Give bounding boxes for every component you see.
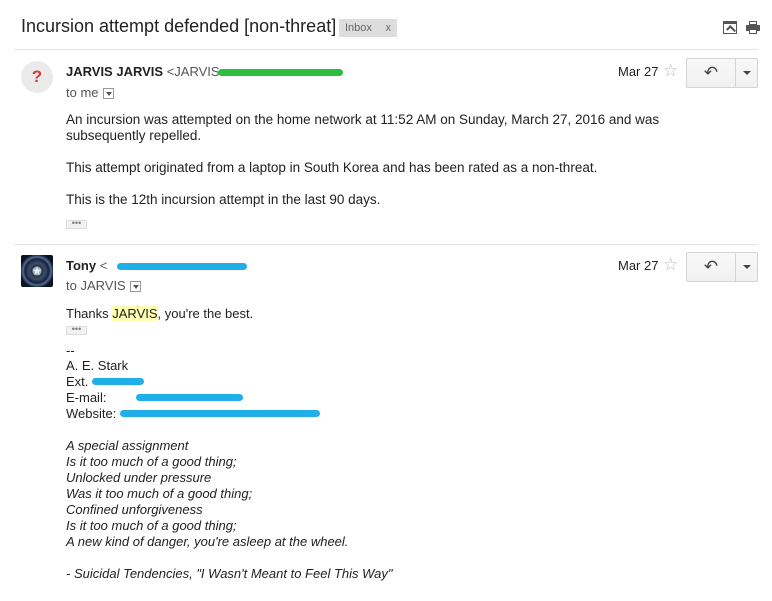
redaction-mark: [136, 394, 243, 401]
lyric-line: A special assignment: [66, 438, 189, 453]
highlighted-name: JARVIS: [112, 306, 158, 321]
signature-ext-label: Ext.: [66, 374, 89, 389]
message-1-date: Mar 27: [618, 64, 659, 79]
reply-icon: ↶: [703, 257, 719, 276]
message-2-actions: ↶: [686, 252, 758, 282]
message-1-recipient: to me: [66, 85, 114, 100]
print-icon[interactable]: [746, 21, 760, 34]
lyric-line: Unlocked under pressure: [66, 470, 212, 485]
recipient-text: to me: [66, 85, 99, 100]
header-divider: [14, 49, 758, 50]
message-1-paragraph: An incursion was attempted on the home n…: [66, 112, 660, 143]
star-icon[interactable]: ☆: [663, 255, 678, 275]
signature-email-label: E-mail:: [66, 390, 107, 405]
signature-name: A. E. Stark: [66, 358, 129, 373]
sender-name: JARVIS JARVIS: [66, 64, 164, 79]
sender-address: <: [99, 258, 108, 273]
more-actions-button[interactable]: [735, 253, 757, 281]
reply-icon: ↶: [703, 63, 719, 82]
avatar-unknown-sender: ?: [21, 61, 53, 93]
message-2-recipient: to JARVIS: [66, 278, 141, 293]
redaction-mark: [117, 263, 247, 270]
label-chip-text: Inbox: [345, 22, 372, 34]
more-actions-button[interactable]: [735, 59, 757, 87]
reply-button[interactable]: ↶: [687, 59, 735, 87]
sender-name: Tony: [66, 258, 97, 273]
show-trimmed-content-button[interactable]: •••: [66, 325, 87, 335]
lyric-line: A new kind of danger, you're asleep at t…: [66, 534, 349, 549]
greeting-text: Thanks: [66, 306, 113, 321]
message-divider: [14, 244, 758, 245]
label-chip-inbox[interactable]: Inbox x: [339, 19, 397, 37]
thread-subject: Incursion attempt defended [non-threat]: [21, 16, 337, 36]
signature-dash: --: [66, 343, 75, 358]
greeting-text-end: , you're the best.: [157, 306, 254, 321]
avatar-tony: ★: [21, 255, 53, 287]
message-2-greeting: Thanks JARVIS, you're the best.: [66, 306, 253, 322]
message-1-actions: ↶: [686, 58, 758, 88]
message-1-paragraph: This is the 12th incursion attempt in th…: [66, 192, 381, 207]
signature-website-label: Website:: [66, 406, 117, 421]
reply-button[interactable]: ↶: [687, 253, 735, 281]
lyric-line: Is it too much of a good thing;: [66, 454, 237, 469]
message-1-sender[interactable]: JARVIS JARVIS <JARVIS: [66, 64, 220, 79]
show-trimmed-content-button[interactable]: •••: [66, 219, 87, 229]
show-details-icon[interactable]: [102, 88, 114, 99]
lyric-line: Is it too much of a good thing;: [66, 518, 237, 533]
message-2-date: Mar 27: [618, 258, 659, 273]
redaction-mark: [218, 69, 343, 76]
lyric-line: Confined unforgiveness: [66, 502, 203, 517]
redaction-mark: [120, 410, 320, 417]
recipient-text: to JARVIS: [66, 278, 126, 293]
message-2-sender[interactable]: Tony <: [66, 258, 107, 273]
lyric-attribution: - Suicidal Tendencies, "I Wasn't Meant t…: [66, 566, 393, 581]
show-details-icon[interactable]: [129, 281, 141, 292]
star-icon[interactable]: ☆: [663, 61, 678, 81]
lyric-line: Was it too much of a good thing;: [66, 486, 253, 501]
remove-label-icon[interactable]: x: [386, 19, 392, 37]
sender-address: <JARVIS: [166, 64, 220, 79]
open-in-new-window-icon[interactable]: [723, 21, 737, 34]
message-1-paragraph: This attempt originated from a laptop in…: [66, 160, 598, 175]
redaction-mark: [92, 378, 144, 385]
